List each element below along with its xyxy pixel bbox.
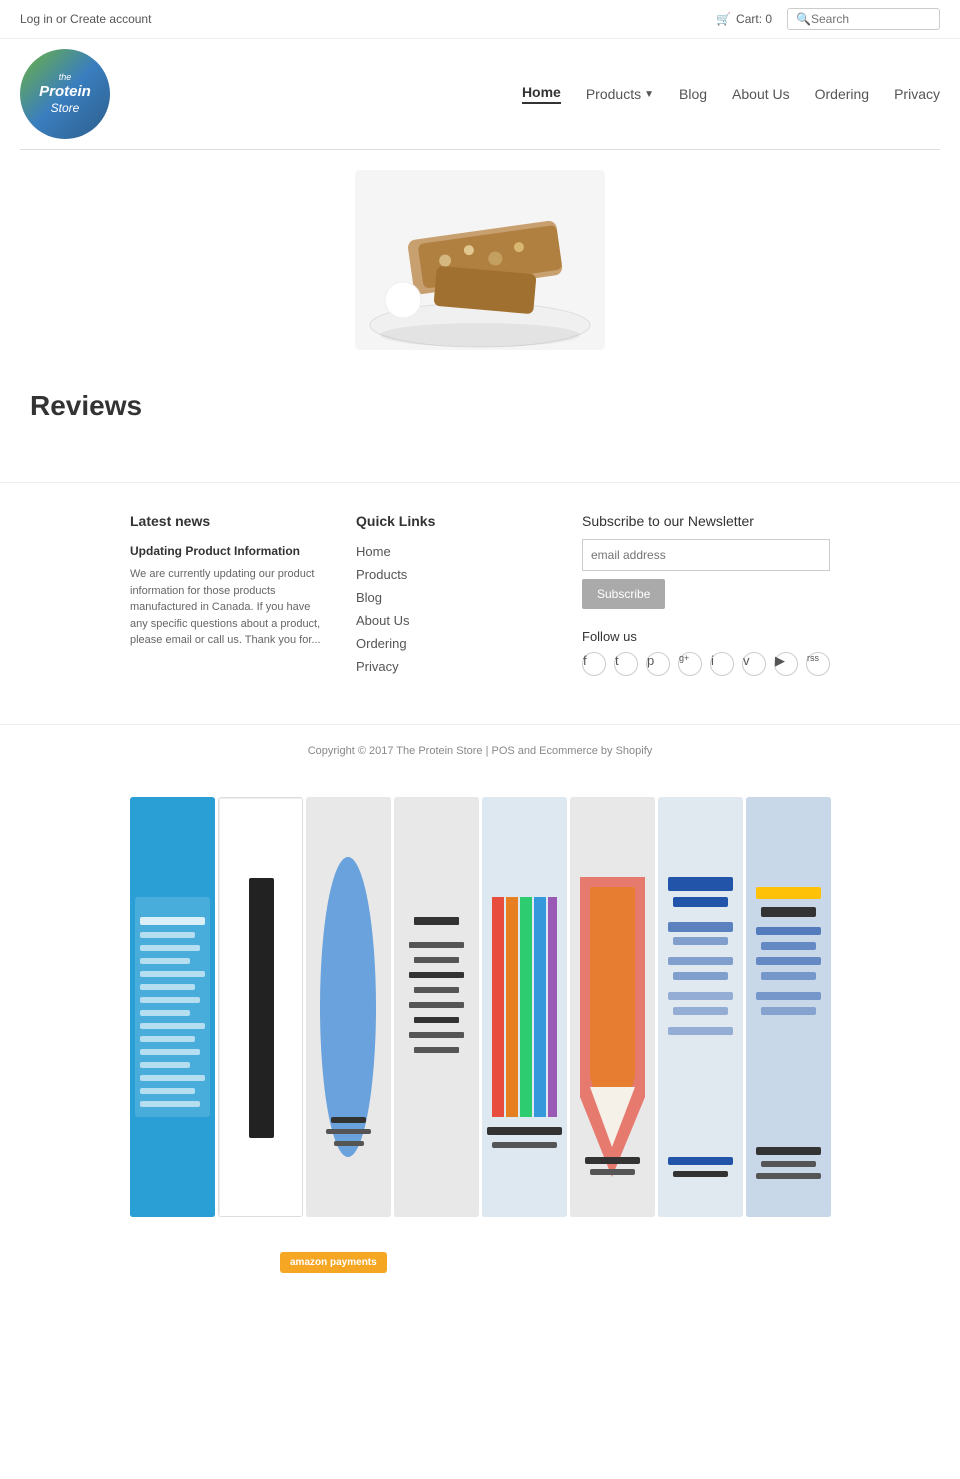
or-separator: or xyxy=(53,12,70,26)
login-link[interactable]: Log in xyxy=(20,12,53,26)
nav-privacy[interactable]: Privacy xyxy=(894,86,940,102)
amazon-badge[interactable]: amazon payments xyxy=(280,1252,387,1273)
footer-link-ordering[interactable]: Ordering xyxy=(356,636,552,651)
cart-icon: 🛒 xyxy=(716,12,731,26)
logo[interactable]: the Protein Store xyxy=(20,49,110,139)
strip-item-1[interactable] xyxy=(130,797,215,1217)
footer-news-title: Latest news xyxy=(130,513,326,529)
strip-item-3[interactable] xyxy=(306,797,391,1217)
google-plus-icon[interactable]: g+ xyxy=(678,652,702,676)
footer-news-col: Latest news Updating Product Information… xyxy=(130,513,326,684)
follow-us-section: Follow us f t p g+ i v ▶ rss xyxy=(582,629,830,684)
create-account-link[interactable]: Create account xyxy=(70,12,151,26)
newsletter-title: Subscribe to our Newsletter xyxy=(582,513,830,529)
footer-links-col: Quick Links Home Products Blog About Us … xyxy=(356,513,552,684)
search-box: 🔍 xyxy=(787,8,940,30)
amazon-area: amazon payments xyxy=(0,1237,960,1288)
main-nav: Home Products ▼ Blog About Us Ordering P… xyxy=(522,84,940,104)
search-icon: 🔍 xyxy=(796,12,811,26)
header: the Protein Store Home Products ▼ Blog A… xyxy=(0,39,960,149)
cart-count: Cart: 0 xyxy=(736,12,772,26)
logo-store: Store xyxy=(39,101,91,115)
vimeo-icon[interactable]: v xyxy=(742,652,766,676)
nav-products[interactable]: Products ▼ xyxy=(586,86,654,102)
search-input[interactable] xyxy=(811,12,931,26)
rss-icon[interactable]: rss xyxy=(806,652,830,676)
strip-inner xyxy=(130,797,831,1217)
footer-link-products[interactable]: Products xyxy=(356,567,552,582)
email-input[interactable] xyxy=(582,539,830,571)
strip-item-4[interactable] xyxy=(394,797,479,1217)
footer-quick-links-title: Quick Links xyxy=(356,513,552,529)
hero-product-image xyxy=(355,170,605,350)
strip-item-6[interactable] xyxy=(570,797,655,1217)
footer-news-article-body: We are currently updating our product in… xyxy=(130,566,326,649)
auth-links: Log in or Create account xyxy=(20,12,151,26)
pinterest-icon[interactable]: p xyxy=(646,652,670,676)
instagram-icon[interactable]: i xyxy=(710,652,734,676)
strip-item-7[interactable] xyxy=(658,797,743,1217)
subscribe-button[interactable]: Subscribe xyxy=(582,579,665,609)
footer: Latest news Updating Product Information… xyxy=(0,482,960,714)
logo-text: the Protein Store xyxy=(39,72,91,115)
reviews-title: Reviews xyxy=(30,390,930,422)
footer-link-about-us[interactable]: About Us xyxy=(356,613,552,628)
footer-grid: Latest news Updating Product Information… xyxy=(130,513,830,684)
strip-item-2[interactable] xyxy=(218,797,303,1217)
reviews-section: Reviews xyxy=(0,370,960,462)
nav-ordering[interactable]: Ordering xyxy=(815,86,869,102)
footer-news-article-title[interactable]: Updating Product Information xyxy=(130,544,326,558)
top-bar: Log in or Create account 🛒 Cart: 0 🔍 xyxy=(0,0,960,39)
follow-us-title: Follow us xyxy=(582,629,830,644)
footer-link-blog[interactable]: Blog xyxy=(356,590,552,605)
chevron-down-icon: ▼ xyxy=(644,89,654,100)
hero-section xyxy=(0,150,960,370)
nav-products-label: Products xyxy=(586,86,641,102)
strip-item-8[interactable] xyxy=(746,797,831,1217)
nav-blog[interactable]: Blog xyxy=(679,86,707,102)
product-strip xyxy=(0,777,960,1237)
footer-newsletter-col: Subscribe to our Newsletter Subscribe Fo… xyxy=(582,513,830,684)
nav-about-us[interactable]: About Us xyxy=(732,86,790,102)
strip-item-5[interactable] xyxy=(482,797,567,1217)
footer-link-home[interactable]: Home xyxy=(356,544,552,559)
twitter-icon[interactable]: t xyxy=(614,652,638,676)
top-bar-right: 🛒 Cart: 0 🔍 xyxy=(716,8,940,30)
social-icons: f t p g+ i v ▶ rss xyxy=(582,652,830,684)
copyright: Copyright © 2017 The Protein Store | POS… xyxy=(0,724,960,777)
product-illustration xyxy=(355,170,605,350)
logo-area: the Protein Store xyxy=(20,49,110,139)
footer-link-privacy[interactable]: Privacy xyxy=(356,659,552,674)
cart-link[interactable]: 🛒 Cart: 0 xyxy=(716,12,772,26)
logo-the: the xyxy=(39,72,91,83)
facebook-icon[interactable]: f xyxy=(582,652,606,676)
nav-home[interactable]: Home xyxy=(522,84,561,104)
youtube-icon[interactable]: ▶ xyxy=(774,652,798,676)
logo-protein: Protein xyxy=(39,83,91,101)
